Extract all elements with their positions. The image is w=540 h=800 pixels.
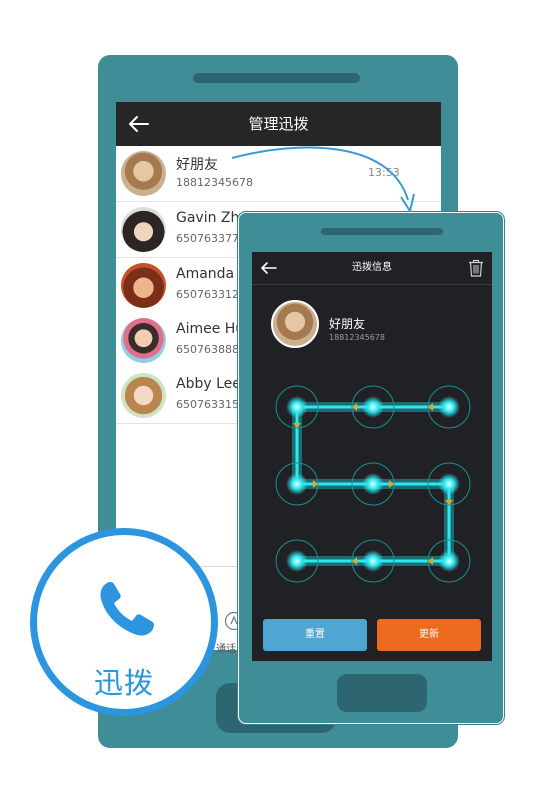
page-title: 管理迅拨 [248,115,309,133]
front-home-button[interactable] [337,674,427,712]
unlock-pattern-grid[interactable] [252,252,492,661]
contact-name: Aimee Hu [176,321,245,337]
contact-phone: 6507633123 [176,288,246,301]
contact-time: 13:53 [368,166,400,179]
front-phone-speaker [321,228,443,235]
contact-name: 好朋友 [176,157,218,173]
contact-phone: 6507638888 [176,343,246,356]
contact-avatar [121,151,166,196]
reset-button[interactable]: 重置 [263,619,367,651]
phone-icon [100,582,154,636]
update-button[interactable]: 更新 [377,619,481,651]
contact-phone: 6507633773 [176,232,246,245]
contact-phone: 6507633150 [176,398,246,411]
quick-dial-label: 迅拨 [93,666,154,700]
back-phone-speaker [193,73,360,83]
contact-avatar [121,263,166,308]
contact-avatar [121,207,166,252]
call-tab-label[interactable]: 通话 [216,640,236,655]
contact-avatar [121,373,166,418]
contact-name: Abby Lee [176,376,241,392]
contact-phone: 18812345678 [176,176,253,189]
contact-avatar [121,318,166,363]
contact-row[interactable]: 好朋友 18812345678 13:53 [116,146,441,202]
back-header-bar: 管理迅拨 [116,102,441,146]
front-phone-screen: 迅拨信息 好朋友 18812345678 重置 更新 [252,252,492,661]
